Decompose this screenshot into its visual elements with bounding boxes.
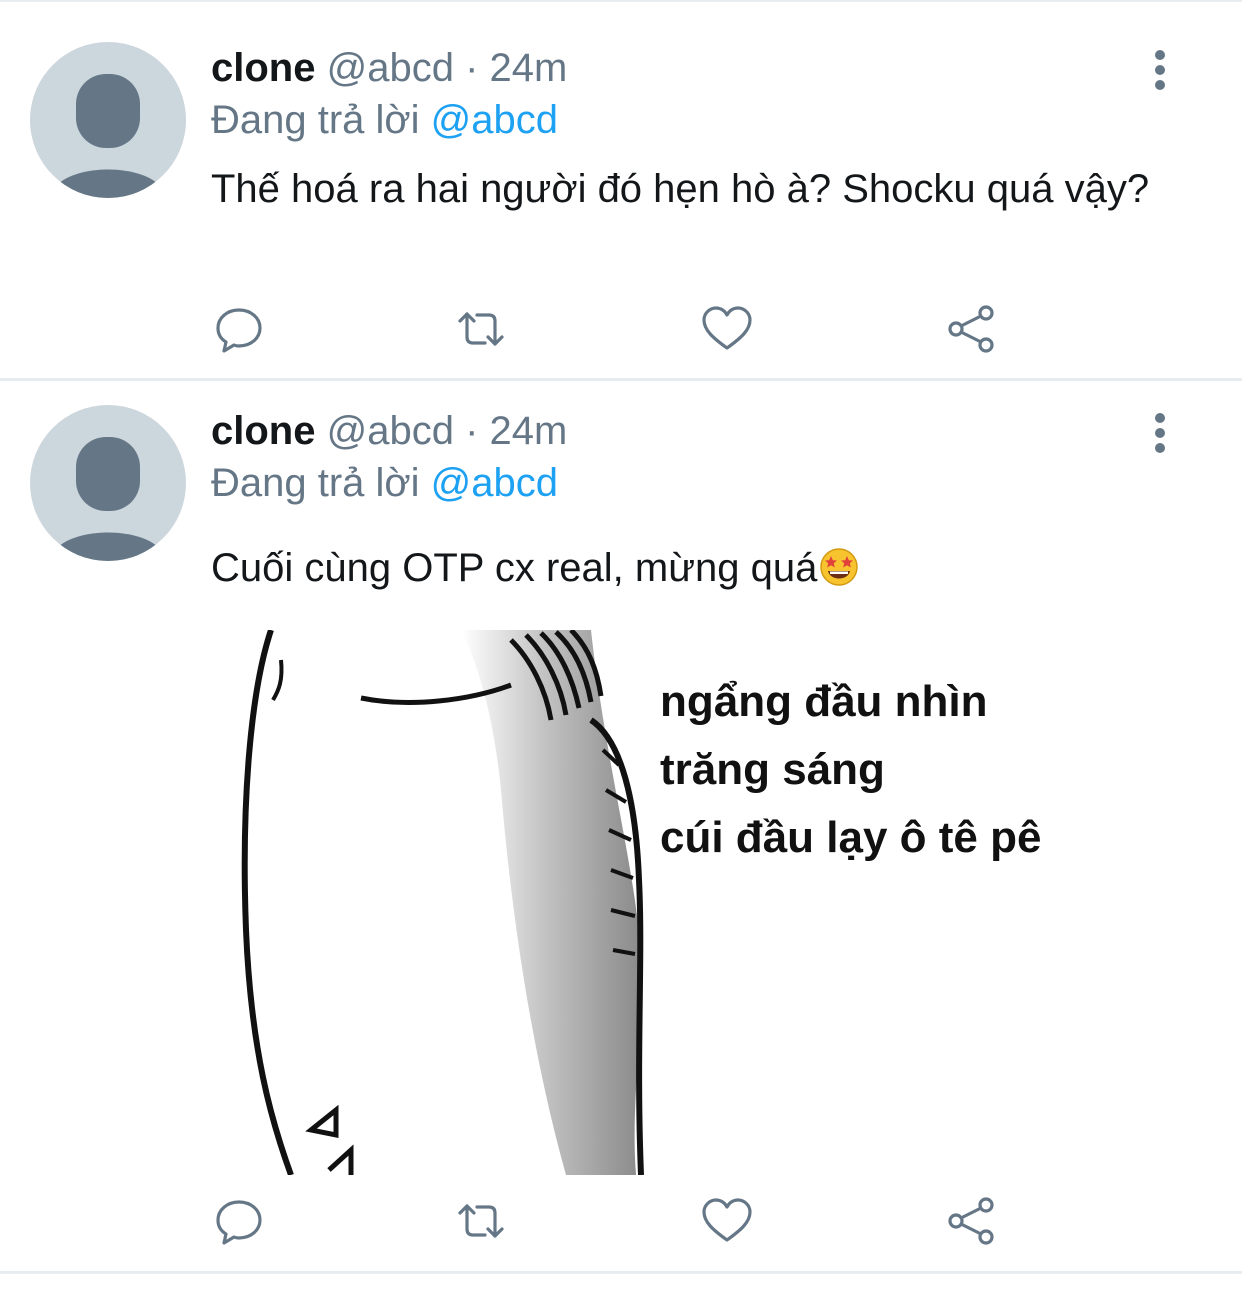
default-avatar-icon (50, 74, 166, 198)
retweet-icon[interactable] (453, 1193, 509, 1249)
star-struck-emoji-icon (820, 548, 859, 586)
tweet-text-content: Cuối cùng OTP cx real, mừng quá (211, 546, 818, 590)
heart-icon[interactable] (699, 1193, 755, 1249)
tweet-header: clone @abcd · 24m (211, 44, 567, 92)
reply-mention-link[interactable]: @abcd (431, 98, 558, 142)
tweet[interactable]: clone @abcd · 24m Đang trả lời @abcd Thế… (0, 0, 1242, 380)
reply-bubble-icon[interactable] (211, 301, 267, 357)
author-name[interactable]: clone (211, 46, 315, 90)
divider (0, 1271, 1242, 1274)
tweet-actions (211, 301, 1031, 357)
more-vertical-icon[interactable] (1140, 50, 1180, 90)
replying-to: Đang trả lời @abcd (211, 459, 558, 507)
tweet-text: Thế hoá ra hai người đó hẹn hò à? Shocku… (211, 167, 1150, 211)
avatar[interactable] (30, 405, 186, 561)
timestamp[interactable]: 24m (490, 409, 568, 453)
timestamp[interactable]: 24m (490, 46, 568, 90)
meme-caption-line: trăng sáng (660, 745, 885, 794)
more-vertical-icon[interactable] (1140, 413, 1180, 453)
meme-caption-line: cúi đầu lạy ô tê pê (660, 813, 1042, 862)
author-name[interactable]: clone (211, 409, 315, 453)
meme-caption-line: ngẩng đầu nhìn (660, 677, 988, 726)
author-handle[interactable]: @abcd (327, 46, 454, 90)
tweet-actions (211, 1193, 1031, 1249)
avatar[interactable] (30, 42, 186, 198)
heart-icon[interactable] (699, 301, 755, 357)
default-avatar-icon (50, 437, 166, 561)
reply-prefix: Đang trả lời (211, 461, 420, 505)
replying-to: Đang trả lời @abcd (211, 96, 558, 144)
author-handle[interactable]: @abcd (327, 409, 454, 453)
retweet-icon[interactable] (453, 301, 509, 357)
meme-caption: ngẩng đầu nhìn trăng sáng cúi đầu lạy ô … (660, 668, 1041, 872)
tweet-text: Cuối cùng OTP cx real, mừng quá (211, 542, 1171, 594)
tweet-media-image[interactable]: ngẩng đầu nhìn trăng sáng cúi đầu lạy ô … (211, 630, 1171, 1175)
reply-bubble-icon[interactable] (211, 1193, 267, 1249)
share-icon[interactable] (943, 1193, 999, 1249)
reply-prefix: Đang trả lời (211, 98, 420, 142)
tweet[interactable]: clone @abcd · 24m Đang trả lời @abcd Cuố… (0, 380, 1242, 1275)
reply-mention-link[interactable]: @abcd (431, 461, 558, 505)
share-icon[interactable] (943, 301, 999, 357)
tweet-header: clone @abcd · 24m (211, 407, 567, 455)
separator-dot: · (465, 46, 479, 90)
separator-dot: · (465, 409, 479, 453)
